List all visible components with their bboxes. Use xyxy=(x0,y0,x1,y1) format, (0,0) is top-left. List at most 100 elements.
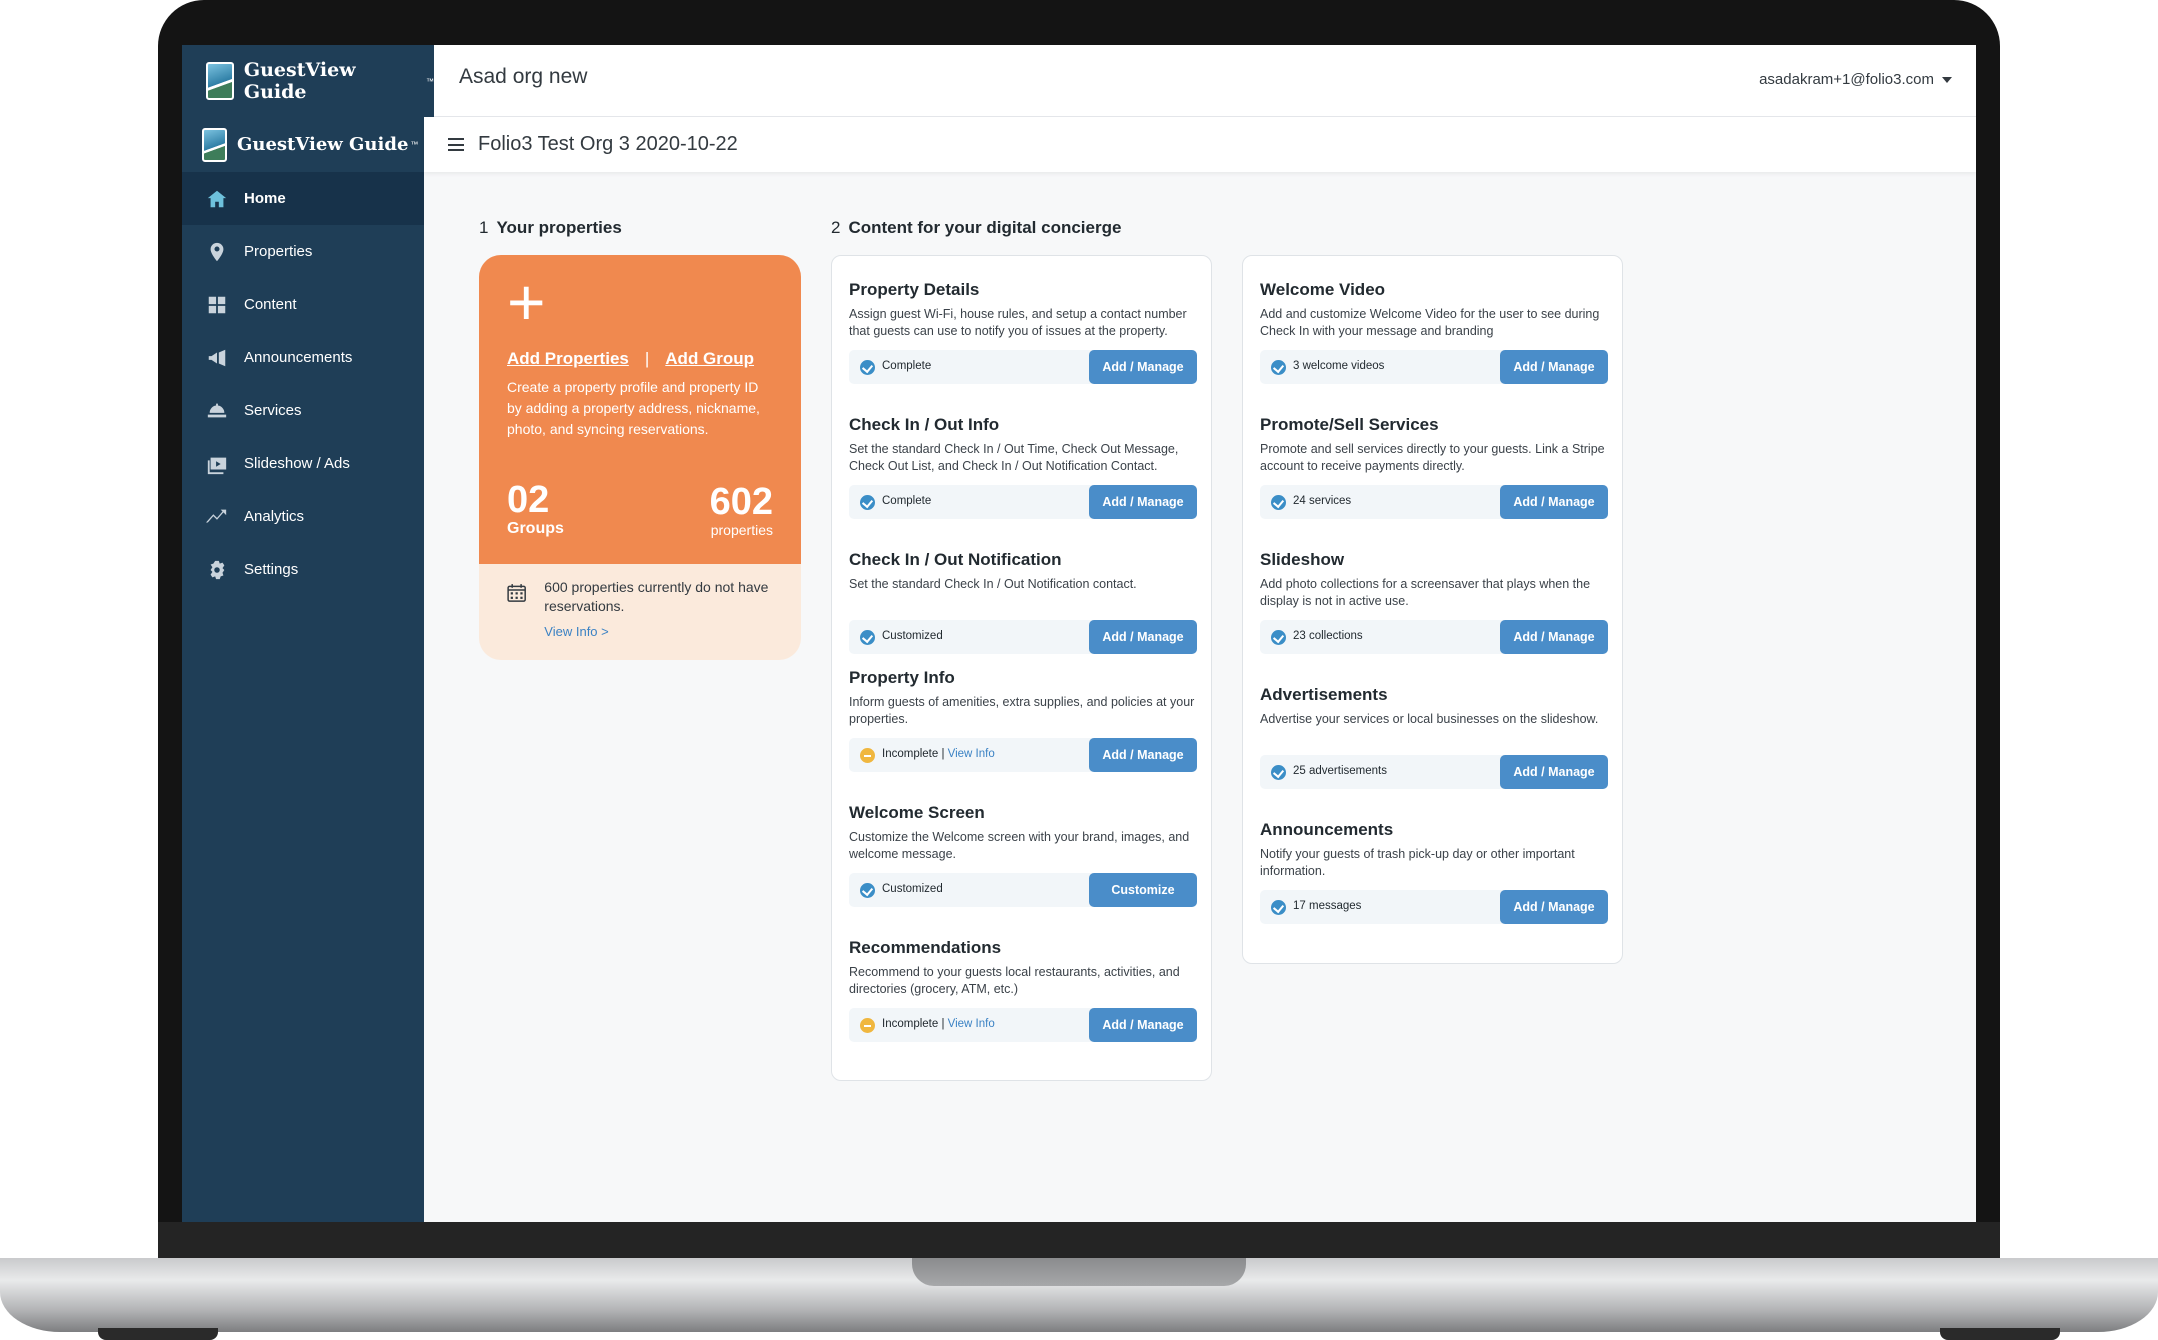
status-text: Incomplete | View Info xyxy=(882,748,995,760)
properties-label: properties xyxy=(710,522,773,538)
add-group-link[interactable]: Add Group xyxy=(665,349,754,369)
item-description: Promote and sell services directly to yo… xyxy=(1260,442,1605,473)
item-title: Welcome Screen xyxy=(849,803,985,822)
add-properties-link[interactable]: Add Properties xyxy=(507,349,629,369)
sidebar-item-label: Analytics xyxy=(244,508,305,525)
check-circle-icon xyxy=(860,883,875,898)
customize-button[interactable]: Customize xyxy=(1089,873,1197,907)
item-description: Inform guests of amenities, extra suppli… xyxy=(849,695,1195,726)
content-item-welcome-screen: Welcome Screen Customize the Welcome scre… xyxy=(849,803,1197,907)
sidebar-logo[interactable]: GuestView Guide ™ xyxy=(182,117,424,172)
sidebar-item-label: Services xyxy=(244,402,302,419)
content-item-advertisements: Advertisements Advertise your services or… xyxy=(1260,685,1608,789)
item-title: Announcements xyxy=(1260,820,1394,839)
laptop-chin xyxy=(158,1222,2000,1262)
add-manage-button[interactable]: Add / Manage xyxy=(1089,738,1197,772)
status-view-info-link[interactable]: View Info xyxy=(948,748,995,760)
check-circle-icon xyxy=(1271,495,1286,510)
sub-org-title: Folio3 Test Org 3 2020-10-22 xyxy=(478,133,738,155)
content-item-check-in-out-info: Check In / Out Info Set the standard Chec… xyxy=(849,415,1197,519)
add-manage-button[interactable]: Add / Manage xyxy=(1500,620,1608,654)
properties-card: + Add Properties | Add Group Create a pr… xyxy=(479,255,801,660)
sidebar-item-announcements[interactable]: Announcements xyxy=(182,331,424,384)
view-info-link[interactable]: View Info > xyxy=(544,624,773,639)
add-manage-button[interactable]: Add / Manage xyxy=(1089,485,1197,519)
check-circle-icon xyxy=(860,630,875,645)
add-manage-button[interactable]: Add / Manage xyxy=(1089,350,1197,384)
sub-header: Folio3 Test Org 3 2020-10-22 xyxy=(424,117,1976,172)
link-separator: | xyxy=(644,349,650,368)
sidebar-item-label: Slideshow / Ads xyxy=(244,455,350,472)
sidebar-item-properties[interactable]: Properties xyxy=(182,225,424,278)
reservations-note: 600 properties currently do not have res… xyxy=(479,564,801,639)
add-manage-button[interactable]: Add / Manage xyxy=(1500,350,1608,384)
sidebar-item-services[interactable]: Services xyxy=(182,384,424,437)
sidebar-item-label: Properties xyxy=(244,243,313,260)
section-content-heading: 2 Content for your digital concierge xyxy=(831,218,1122,237)
status-label: 17 messages xyxy=(1293,900,1362,912)
status-row: 24 services Add / Manage xyxy=(1260,485,1608,519)
status-label: Incomplete | xyxy=(882,1018,948,1030)
content-item-announcements: Announcements Notify your guests of trash… xyxy=(1260,820,1608,924)
check-circle-icon xyxy=(1271,900,1286,915)
status-row: 3 welcome videos Add / Manage xyxy=(1260,350,1608,384)
sidebar-item-settings[interactable]: Settings xyxy=(182,543,424,596)
warning-icon xyxy=(860,748,875,763)
gear-icon xyxy=(206,559,228,581)
add-manage-button[interactable]: Add / Manage xyxy=(1089,1008,1197,1042)
content-item-recommendations: Recommendations Recommend to your guests … xyxy=(849,938,1197,1042)
item-title: Property Details xyxy=(849,280,980,299)
chart-line-icon xyxy=(206,506,228,528)
sidebar-item-label: Content xyxy=(244,296,297,313)
status-row: Customized Customize xyxy=(849,873,1197,907)
content-item-promote-sell-services: Promote/Sell Services Promote and sell se… xyxy=(1260,415,1608,519)
item-description: Customize the Welcome screen with your b… xyxy=(849,830,1190,861)
status-row: Complete Add / Manage xyxy=(849,350,1197,384)
check-circle-icon xyxy=(860,360,875,375)
add-manage-button[interactable]: Add / Manage xyxy=(1500,890,1608,924)
content-card-left: Property Details Assign guest Wi-Fi, hous… xyxy=(831,255,1212,1081)
add-manage-button[interactable]: Add / Manage xyxy=(1089,620,1197,654)
sidebar-item-slideshow[interactable]: Slideshow / Ads xyxy=(182,437,424,490)
status-label: 3 welcome videos xyxy=(1293,360,1385,372)
item-description: Set the standard Check In / Out Notifica… xyxy=(849,577,1137,591)
properties-links: Add Properties | Add Group xyxy=(507,349,773,369)
user-menu[interactable]: asadakram+1@folio3.com xyxy=(1759,71,1952,88)
item-title: Check In / Out Info xyxy=(849,415,1000,434)
sidebar-item-label: Home xyxy=(244,190,286,207)
add-manage-button[interactable]: Add / Manage xyxy=(1500,755,1608,789)
groups-label: Groups xyxy=(507,520,564,537)
item-description: Notify your guests of trash pick-up day … xyxy=(1260,847,1575,878)
sidebar-item-analytics[interactable]: Analytics xyxy=(182,490,424,543)
map-pin-icon xyxy=(206,241,228,263)
app-screen: GuestView Guide ™ Asad org new asadakram… xyxy=(182,45,1976,1222)
sidebar-item-label: Announcements xyxy=(244,349,353,366)
status-label: Incomplete | xyxy=(882,748,948,760)
service-bell-icon xyxy=(206,400,228,422)
grid-icon xyxy=(206,294,228,316)
status-view-info-link[interactable]: View Info xyxy=(948,1018,995,1030)
status-text: 3 welcome videos xyxy=(1293,360,1384,372)
item-description: Assign guest Wi-Fi, house rules, and set… xyxy=(849,307,1187,338)
status-text: 23 collections xyxy=(1293,630,1363,642)
laptop-notch xyxy=(912,1258,1246,1286)
properties-stat: 602 properties xyxy=(710,482,773,538)
add-plus-icon[interactable]: + xyxy=(507,269,773,335)
logo-text: GuestView Guide xyxy=(237,134,409,155)
sidebar-item-home[interactable]: Home xyxy=(182,172,424,225)
groups-stat: 02 Groups xyxy=(507,480,564,538)
calendar-icon xyxy=(507,584,526,602)
reservations-text: 600 properties currently do not have res… xyxy=(544,579,769,614)
hamburger-menu-icon[interactable] xyxy=(448,138,464,151)
status-text: 17 messages xyxy=(1293,900,1361,912)
status-label: 24 services xyxy=(1293,495,1352,507)
top-logo[interactable]: GuestView Guide ™ xyxy=(182,45,434,117)
sidebar-item-content[interactable]: Content xyxy=(182,278,424,331)
user-email: asadakram+1@folio3.com xyxy=(1759,71,1934,88)
logo-trademark: ™ xyxy=(410,140,419,149)
content-item-welcome-video: Welcome Video Add and customize Welcome V… xyxy=(1260,280,1608,384)
add-manage-button[interactable]: Add / Manage xyxy=(1500,485,1608,519)
logo-trademark: ™ xyxy=(426,76,434,86)
status-label: Customized xyxy=(882,883,943,895)
check-circle-icon xyxy=(860,495,875,510)
